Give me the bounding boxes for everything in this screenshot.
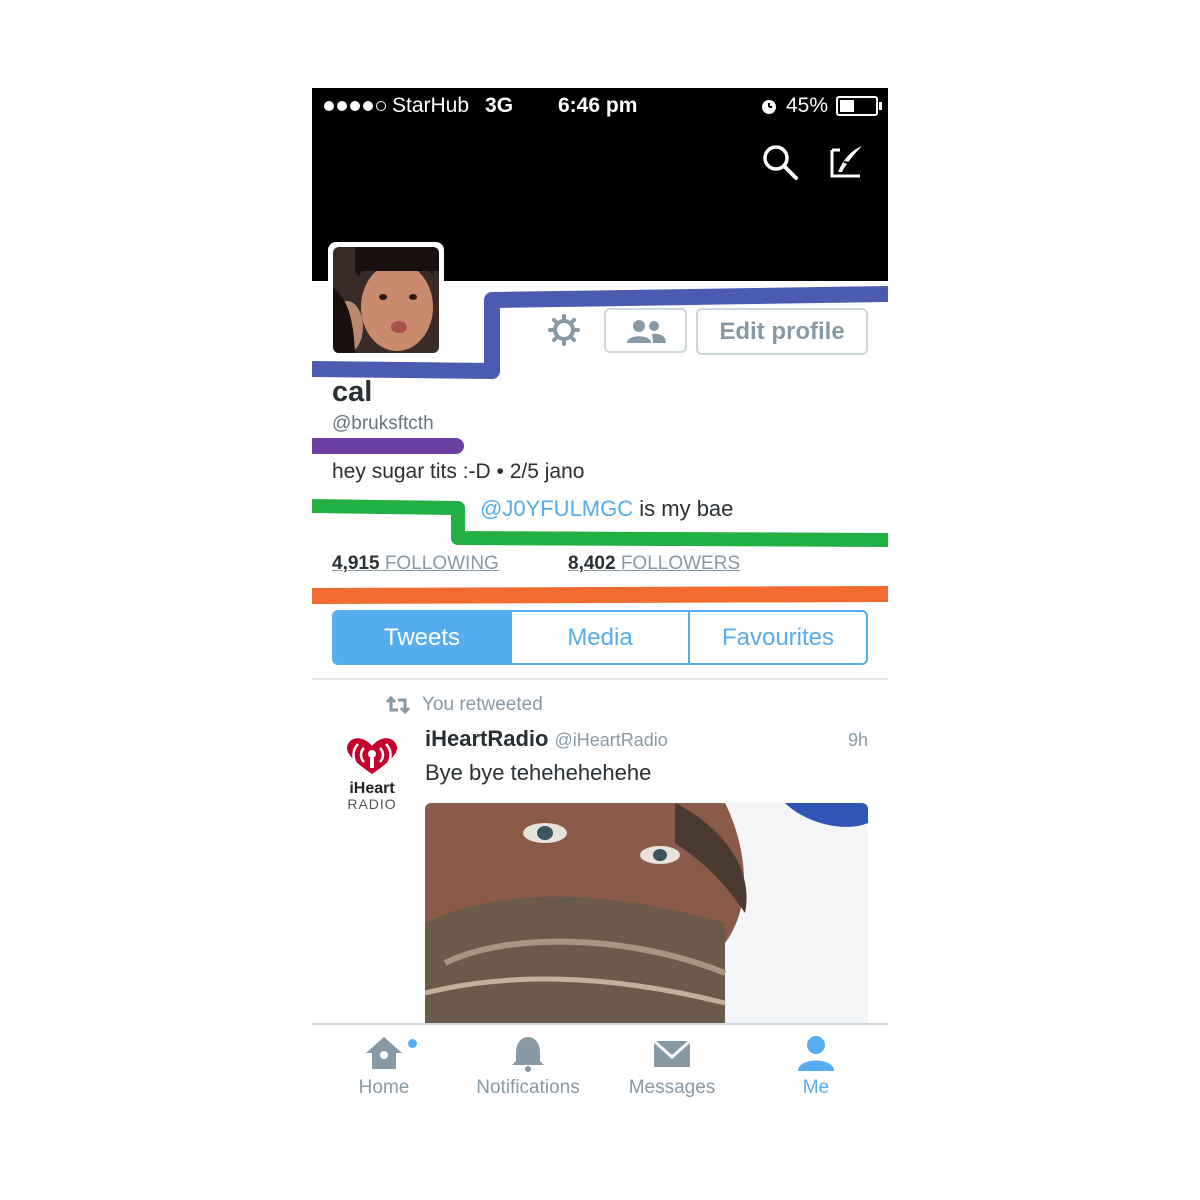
followers-link[interactable]: 8,402 FOLLOWERS bbox=[568, 553, 740, 575]
profile-bio-line1: hey sugar tits :-D • 2/5 jano bbox=[332, 460, 585, 483]
retweet-icon bbox=[386, 696, 410, 714]
retweet-context: You retweeted bbox=[386, 694, 543, 716]
tabbar-notifications-label: Notifications bbox=[476, 1077, 580, 1098]
tweet-timestamp: 9h bbox=[847, 730, 868, 750]
tabbar-home[interactable]: Home bbox=[312, 1033, 456, 1099]
iheartradio-logo-icon bbox=[347, 738, 397, 774]
compose-tweet-icon[interactable] bbox=[826, 142, 866, 182]
tweet-media-image[interactable] bbox=[425, 803, 868, 1023]
following-label: FOLLOWING bbox=[379, 553, 499, 574]
profile-tabs: Tweets Media Favourites bbox=[332, 610, 868, 665]
person-icon bbox=[798, 1036, 834, 1071]
tab-tweets[interactable]: Tweets bbox=[334, 612, 512, 663]
profile-name: cal bbox=[332, 376, 373, 408]
network-label: 3G bbox=[485, 94, 514, 117]
tab-media[interactable]: Media bbox=[512, 612, 690, 663]
status-bar: StarHub 3G 6:46 pm 45% bbox=[312, 88, 888, 126]
tweet-photo bbox=[425, 803, 868, 1023]
bio-text: is my bae bbox=[633, 496, 734, 521]
envelope-icon bbox=[653, 1039, 691, 1067]
following-link[interactable]: 4,915 FOLLOWING bbox=[332, 553, 499, 575]
tabbar-me[interactable]: Me bbox=[744, 1033, 888, 1099]
bottom-tab-bar: Home Notifications Messages Me bbox=[312, 1023, 888, 1125]
avatar-text-top: iHeart bbox=[349, 780, 395, 797]
tweet-text: Bye bye tehehehehehe bbox=[425, 760, 652, 785]
avatar-photo bbox=[333, 247, 439, 353]
tabbar-messages-label: Messages bbox=[628, 1077, 716, 1098]
tabbar-notifications[interactable]: Notifications bbox=[456, 1033, 600, 1099]
avatar-text-bottom: RADIO bbox=[347, 796, 397, 812]
settings-gear-icon[interactable] bbox=[548, 314, 580, 346]
alarm-icon bbox=[761, 100, 776, 114]
tabbar-messages[interactable]: Messages bbox=[600, 1033, 744, 1099]
carrier-label: StarHub bbox=[392, 94, 470, 117]
tweet-author-handle: @iHeartRadio bbox=[554, 730, 668, 750]
timeline-divider bbox=[312, 678, 888, 680]
profile-avatar[interactable] bbox=[328, 242, 444, 358]
home-icon bbox=[366, 1037, 402, 1069]
tabbar-me-label: Me bbox=[802, 1077, 830, 1098]
bio-mention-link[interactable]: @J0YFULMGC bbox=[480, 496, 633, 521]
profile-handle: @bruksftcth bbox=[332, 413, 434, 434]
signal-icon bbox=[324, 101, 386, 111]
orange-scribble bbox=[312, 586, 888, 604]
home-notification-dot bbox=[408, 1039, 417, 1048]
battery-percent: 45% bbox=[785, 94, 828, 117]
tweet-author-name: iHeartRadio bbox=[425, 726, 549, 751]
battery-icon bbox=[836, 96, 882, 116]
tweet-author-avatar[interactable]: iHeart RADIO bbox=[342, 736, 402, 812]
followers-count: 8,402 bbox=[568, 553, 616, 574]
edit-profile-button[interactable]: Edit profile bbox=[696, 308, 868, 355]
tab-favourites[interactable]: Favourites bbox=[690, 612, 866, 663]
retweet-note: You retweeted bbox=[422, 694, 543, 715]
tweet-author[interactable]: iHeartRadio @iHeartRadio bbox=[425, 726, 668, 752]
twitter-profile-screen: StarHub 3G 6:46 pm 45% Edit profile cal … bbox=[312, 88, 888, 1125]
profile-bio-line2: @J0YFULMGC is my bae bbox=[480, 496, 733, 522]
search-icon[interactable] bbox=[760, 142, 800, 182]
clock: 6:46 pm bbox=[558, 94, 638, 117]
find-friends-button[interactable] bbox=[604, 308, 687, 353]
people-icon bbox=[626, 319, 666, 343]
followers-label: FOLLOWERS bbox=[615, 553, 741, 574]
tabbar-home-label: Home bbox=[358, 1077, 410, 1098]
following-count: 4,915 bbox=[332, 553, 380, 574]
bell-icon bbox=[512, 1037, 544, 1072]
